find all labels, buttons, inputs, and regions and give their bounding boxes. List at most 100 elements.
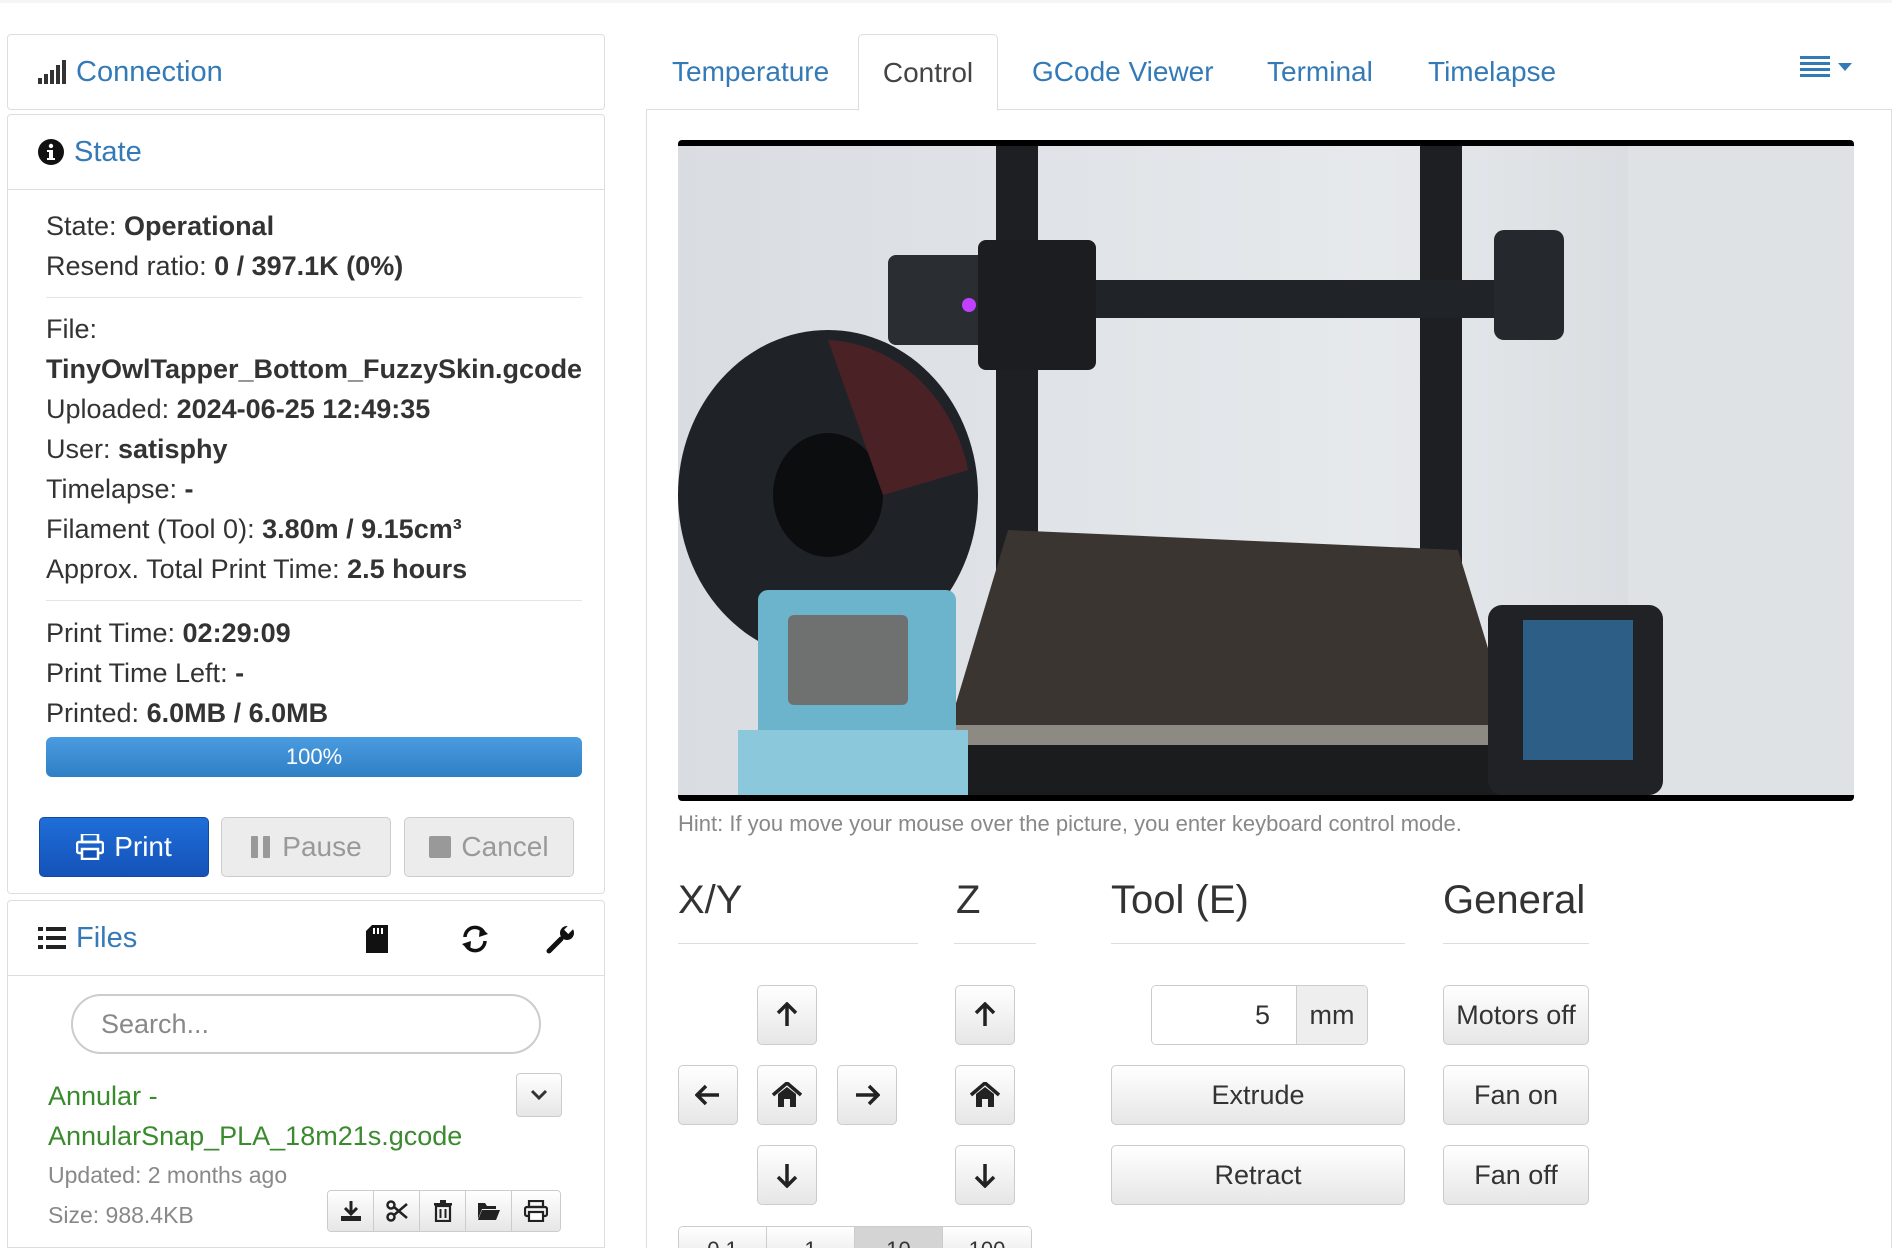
- file-item-size: Size: 988.4KB: [48, 1202, 194, 1228]
- files-title[interactable]: Files: [38, 901, 137, 975]
- jog-x-minus-button[interactable]: [678, 1065, 738, 1125]
- arrow-left-icon: [695, 1084, 719, 1106]
- uploaded-value: 2024-06-25 12:49:35: [176, 394, 431, 424]
- arrow-up-icon: [974, 1002, 996, 1026]
- timelapse-value: -: [184, 474, 194, 504]
- files-label[interactable]: Files: [76, 922, 137, 955]
- home-z-button[interactable]: [955, 1065, 1015, 1125]
- webcam-hint: Hint: If you move your mouse over the pi…: [678, 811, 1462, 836]
- step-size-100[interactable]: 100: [943, 1227, 1031, 1248]
- file-key: File:: [46, 314, 98, 344]
- file-search-input[interactable]: [71, 994, 541, 1054]
- webcam-stream[interactable]: [678, 140, 1854, 801]
- extrude-amount-value[interactable]: 5: [1152, 986, 1297, 1044]
- state-title[interactable]: State: [38, 115, 142, 189]
- connection-label[interactable]: Connection: [76, 56, 223, 89]
- sd-card-button[interactable]: [366, 901, 388, 977]
- info-icon: [38, 139, 64, 165]
- connection-panel[interactable]: Connection: [7, 34, 605, 110]
- motors-off-button[interactable]: Motors off: [1443, 985, 1589, 1045]
- file-item-menu-button[interactable]: [516, 1073, 562, 1117]
- jog-z-minus-button[interactable]: [955, 1145, 1015, 1205]
- resend-line: Resend ratio: 0 / 397.1K (0%): [46, 251, 403, 282]
- step-size-1[interactable]: 1: [767, 1227, 855, 1248]
- filament-key: Filament (Tool 0):: [46, 514, 263, 544]
- main-tabs: Temperature Control GCode Viewer Termina…: [646, 34, 1892, 111]
- fan-on-button[interactable]: Fan on: [1443, 1065, 1589, 1125]
- folder-open-icon: [477, 1203, 500, 1220]
- z-heading-underline: [954, 943, 1036, 944]
- arrow-down-icon: [776, 1164, 798, 1188]
- top-border: [0, 0, 1892, 3]
- timelapse-line: Timelapse: -: [46, 474, 194, 505]
- file-line: File:: [46, 314, 97, 345]
- jog-y-minus-button[interactable]: [757, 1145, 817, 1205]
- home-icon: [772, 1082, 802, 1107]
- jog-y-plus-button[interactable]: [757, 985, 817, 1045]
- download-button[interactable]: [328, 1191, 374, 1231]
- jog-x-plus-button[interactable]: [837, 1065, 897, 1125]
- general-heading: General: [1443, 878, 1586, 922]
- print-button-label: Print: [114, 831, 172, 862]
- arrow-up-icon: [776, 1002, 798, 1026]
- settings-button[interactable]: [546, 901, 576, 977]
- pause-button-label: Pause: [282, 831, 362, 862]
- state-value: Operational: [124, 211, 275, 241]
- file-item-name[interactable]: Annular - AnnularSnap_PLA_18m21s.gcode: [48, 1076, 508, 1156]
- print-button[interactable]: Print: [39, 817, 209, 877]
- delete-button[interactable]: [420, 1191, 466, 1231]
- time-left-key: Print Time Left:: [46, 658, 236, 688]
- refresh-button[interactable]: [460, 901, 490, 977]
- open-folder-button[interactable]: [466, 1191, 512, 1231]
- files-panel-body: Annular - AnnularSnap_PLA_18m21s.gcode U…: [7, 976, 605, 1248]
- file-item-actions: [327, 1190, 561, 1232]
- resend-value: 0 / 397.1K (0%): [214, 251, 404, 281]
- jog-step-size-group: 0.1 1 10 100: [678, 1226, 1032, 1248]
- tab-gcode-viewer[interactable]: GCode Viewer: [1032, 34, 1214, 110]
- cancel-button-label: Cancel: [461, 831, 549, 862]
- tab-control[interactable]: Control: [858, 34, 998, 111]
- user-key: User:: [46, 434, 119, 464]
- progress-text: 100%: [285, 744, 343, 769]
- extrude-amount-input[interactable]: 5 mm: [1151, 985, 1368, 1045]
- divider: [46, 297, 582, 298]
- files-panel-header[interactable]: Files: [7, 900, 605, 976]
- tool-heading: Tool (E): [1111, 878, 1249, 922]
- sd-card-icon: [366, 925, 388, 953]
- tab-timelapse[interactable]: Timelapse: [1428, 34, 1556, 110]
- tab-temperature[interactable]: Temperature: [672, 34, 829, 110]
- step-size-0-1[interactable]: 0.1: [679, 1227, 767, 1248]
- jog-z-plus-button[interactable]: [955, 985, 1015, 1045]
- file-item-updated: Updated: 2 months ago: [48, 1162, 288, 1188]
- state-label[interactable]: State: [74, 136, 142, 169]
- extrude-amount-unit: mm: [1297, 986, 1367, 1044]
- print-file-button[interactable]: [512, 1191, 560, 1231]
- retract-button[interactable]: Retract: [1111, 1145, 1405, 1205]
- step-size-10[interactable]: 10: [855, 1227, 943, 1248]
- tab-overflow-menu[interactable]: [1800, 56, 1852, 78]
- webcam-image: [678, 146, 1854, 795]
- print-time-value: 02:29:09: [182, 618, 291, 648]
- printer-icon: [76, 834, 105, 860]
- fan-off-button[interactable]: Fan off: [1443, 1145, 1589, 1205]
- home-xy-button[interactable]: [757, 1065, 817, 1125]
- cancel-button[interactable]: Cancel: [404, 817, 574, 877]
- download-icon: [340, 1201, 361, 1221]
- timelapse-key: Timelapse:: [46, 474, 185, 504]
- printed-value: 6.0MB / 6.0MB: [146, 698, 329, 728]
- cut-button[interactable]: [374, 1191, 420, 1231]
- chevron-down-icon: [530, 1089, 548, 1101]
- tab-terminal[interactable]: Terminal: [1267, 34, 1373, 110]
- user-line: User: satisphy: [46, 434, 228, 465]
- printer-icon: [524, 1200, 548, 1222]
- resend-key: Resend ratio:: [46, 251, 215, 281]
- pause-button[interactable]: Pause: [221, 817, 391, 877]
- state-panel-body: State: Operational Resend ratio: 0 / 397…: [7, 190, 605, 894]
- general-heading-underline: [1443, 943, 1589, 944]
- approx-time-value: 2.5 hours: [347, 554, 468, 584]
- file-value: TinyOwlTapper_Bottom_FuzzySkin.gcode: [46, 354, 583, 384]
- state-panel-header[interactable]: State: [7, 114, 605, 190]
- extrude-button[interactable]: Extrude: [1111, 1065, 1405, 1125]
- connection-title[interactable]: Connection: [38, 35, 223, 109]
- uploaded-line: Uploaded: 2024-06-25 12:49:35: [46, 394, 430, 425]
